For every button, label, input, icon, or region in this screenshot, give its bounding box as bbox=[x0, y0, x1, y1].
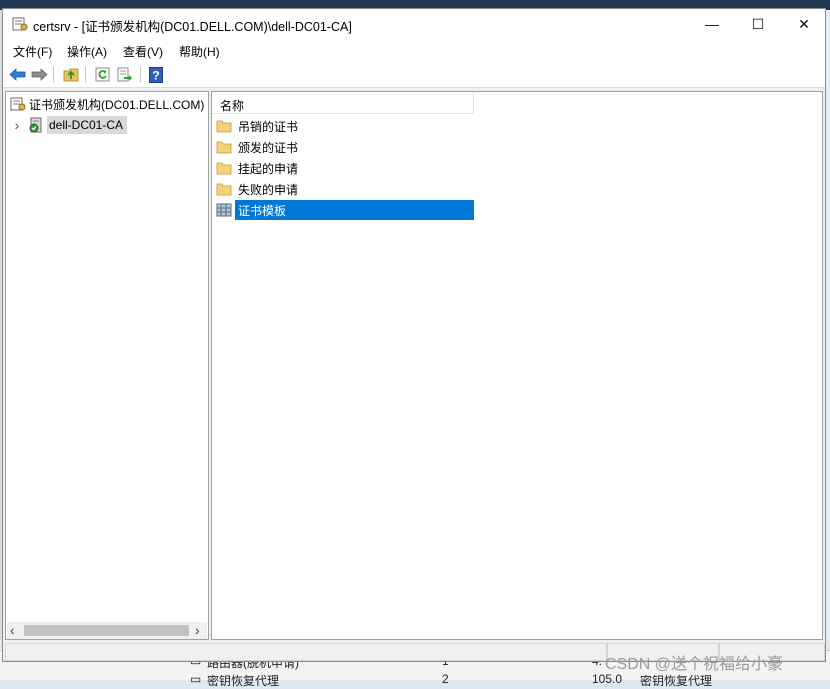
menu-view[interactable]: 查看(V) bbox=[123, 43, 163, 60]
background-row-value: 2 bbox=[442, 672, 449, 686]
ca-server-icon bbox=[28, 117, 44, 133]
background-row-label: 密钥恢复代理 bbox=[207, 674, 280, 688]
scrollbar-thumb[interactable] bbox=[24, 625, 189, 636]
certsrv-window: certsrv - [证书颁发机构(DC01.DELL.COM)\dell-DC… bbox=[2, 8, 826, 662]
toolbar-separator bbox=[140, 66, 141, 83]
forward-arrow-icon[interactable] bbox=[29, 65, 49, 84]
scroll-right-icon[interactable]: › bbox=[195, 622, 200, 638]
background-row-icon: ▭ bbox=[190, 672, 202, 686]
folder-icon bbox=[216, 160, 232, 176]
tree-node-ca[interactable]: › dell-DC01-CA bbox=[10, 116, 128, 134]
menu-action[interactable]: 操作(A) bbox=[67, 43, 107, 60]
results-pane: 名称 吊销的证书 颁发的证书 挂起的申请 失败的申请 证书模板 bbox=[211, 91, 823, 640]
svg-text:?: ? bbox=[152, 68, 159, 82]
toolbar: ? bbox=[3, 61, 825, 88]
title-bar[interactable]: certsrv - [证书颁发机构(DC01.DELL.COM)\dell-DC… bbox=[3, 9, 825, 39]
back-arrow-icon[interactable] bbox=[7, 65, 27, 84]
folder-icon bbox=[216, 118, 232, 134]
menu-help[interactable]: 帮助(H) bbox=[179, 43, 220, 60]
help-icon[interactable]: ? bbox=[146, 65, 166, 84]
list-item[interactable]: 失败的申请 bbox=[216, 179, 474, 199]
list-item[interactable]: 颁发的证书 bbox=[216, 137, 474, 157]
list-item[interactable]: 挂起的申请 bbox=[216, 158, 474, 178]
up-folder-icon[interactable] bbox=[61, 65, 81, 84]
certificate-authority-icon bbox=[10, 96, 26, 112]
toolbar-separator bbox=[85, 66, 86, 83]
menu-bar: 文件(F) 操作(A) 查看(V) 帮助(H) bbox=[3, 39, 825, 61]
watermark-text: CSDN @送个祝福给小豪 bbox=[605, 656, 784, 673]
window-title: certsrv - [证书颁发机构(DC01.DELL.COM)\dell-DC… bbox=[33, 20, 352, 34]
tree-node-label: dell-DC01-CA bbox=[49, 118, 124, 132]
template-icon bbox=[216, 202, 232, 218]
list-item[interactable]: 吊销的证书 bbox=[216, 116, 474, 136]
folder-icon bbox=[216, 181, 232, 197]
maximize-button[interactable]: ☐ bbox=[735, 9, 781, 39]
console-tree-pane: 证书颁发机构(DC01.DELL.COM) › dell-DC01-CA ‹ › bbox=[5, 91, 209, 640]
tree-root-node[interactable]: 证书颁发机构(DC01.DELL.COM) bbox=[10, 95, 204, 113]
column-header-name[interactable]: 名称 bbox=[212, 92, 474, 114]
list-item-label: 失败的申请 bbox=[238, 182, 299, 197]
menu-file[interactable]: 文件(F) bbox=[13, 43, 52, 60]
close-button[interactable]: ✕ bbox=[781, 9, 827, 39]
export-list-icon[interactable] bbox=[115, 65, 135, 84]
list-item-label: 颁发的证书 bbox=[238, 140, 299, 155]
list-item-label: 吊销的证书 bbox=[238, 119, 299, 134]
minimize-button[interactable]: — bbox=[689, 9, 735, 39]
list-item-label: 证书模板 bbox=[235, 200, 474, 220]
background-row-value: 密钥恢复代理 bbox=[640, 674, 713, 688]
folder-icon bbox=[216, 139, 232, 155]
background-row-value: 105.0 bbox=[592, 672, 623, 686]
tree-root-label: 证书颁发机构(DC01.DELL.COM) bbox=[29, 97, 205, 112]
list-item-selected[interactable]: 证书模板 bbox=[216, 200, 474, 220]
refresh-icon[interactable] bbox=[92, 65, 112, 84]
column-header-label: 名称 bbox=[220, 99, 245, 113]
scroll-left-icon[interactable]: ‹ bbox=[10, 622, 15, 638]
horizontal-scrollbar[interactable]: ‹ › bbox=[7, 622, 207, 639]
list-item-label: 挂起的申请 bbox=[238, 161, 299, 176]
toolbar-separator bbox=[53, 66, 54, 83]
certsrv-app-icon bbox=[12, 16, 28, 32]
status-cell bbox=[5, 643, 607, 661]
expand-chevron-icon[interactable]: › bbox=[10, 117, 24, 133]
